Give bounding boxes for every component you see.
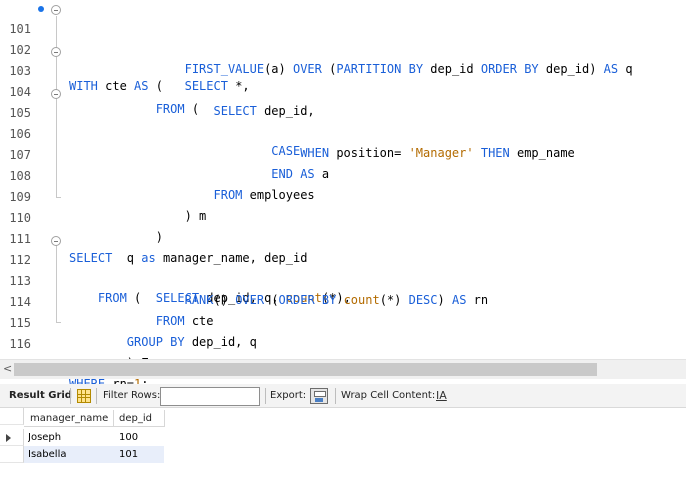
result-toolbar: Result Grid Filter Rows: Export: Wrap Ce… [0,384,686,408]
row-selector[interactable] [0,446,24,463]
code-line-103[interactable]: 103 FROM ( [0,42,686,116]
code-line-115[interactable]: 115 GROUP BY dep_id, q [0,294,686,349]
code-line-105[interactable]: 105 CASE [0,84,686,158]
fold-toggle-icon[interactable] [51,89,61,99]
table-cell[interactable]: 100 [119,429,164,446]
code-line-101[interactable]: 101 WITH cte AS ( SELECT *, [0,0,686,93]
wrap-cell-content-label: Wrap Cell Content: [341,390,436,401]
code-line-102[interactable]: 102 FIRST_VALUE(a) OVER (PARTITION BY de… [0,21,686,76]
code-line-108[interactable]: 108 FROM employees [0,147,686,202]
column-header-manager-name[interactable]: manager_name [24,410,114,427]
scroll-left-arrow-icon[interactable]: < [3,362,12,375]
code-line-104[interactable]: 104 SELECT dep_id, [0,63,686,118]
column-header-dep-id[interactable]: dep_id [114,410,165,427]
code-line-116[interactable]: 116 ) Z [0,315,686,370]
code-line-110[interactable]: 110 ) [0,189,686,244]
code-line-109[interactable]: 109 ) m [0,168,686,223]
toolbar-separator [96,388,97,404]
editor-horizontal-scrollbar[interactable]: < [0,359,686,379]
code-line-106[interactable]: 106 WHEN position= 'Manager' THEN emp_na… [0,105,686,160]
fold-toggle-icon[interactable] [51,236,61,246]
scrollbar-thumb[interactable] [14,363,597,376]
row-selector[interactable] [0,429,24,446]
result-grid-tab[interactable]: Result Grid [9,384,72,408]
filter-rows-label: Filter Rows: [103,390,161,401]
result-grid[interactable]: manager_name dep_id Joseph 100 Isabella … [0,408,686,486]
code-line-111[interactable]: 111 SELECT q as manager_name, dep_id [0,210,686,265]
sql-editor[interactable]: 101 WITH cte AS ( SELECT *, 102 FIRST_VA… [0,0,686,391]
fold-toggle-icon[interactable] [51,5,61,15]
current-row-arrow-icon [6,434,11,442]
table-cell[interactable]: Isabella [24,446,114,463]
wrap-cell-content-icon[interactable]: IA [436,388,447,404]
code-line-112[interactable]: 112 FROM ( SELECT dep_id, q, count(*), [0,231,686,305]
table-cell[interactable]: Joseph [28,429,114,446]
grid-icon[interactable] [77,389,91,403]
current-statement-dot-icon [38,6,44,12]
code-line-107[interactable]: 107 END AS a [0,126,686,181]
toolbar-separator [335,388,336,404]
row-header-corner [0,408,24,425]
fold-toggle-icon[interactable] [51,47,61,57]
filter-rows-input[interactable] [160,387,260,406]
toolbar-separator [70,388,71,404]
toolbar-separator [265,388,266,404]
code-line-117[interactable]: 117 WHERE rn=1; [0,336,686,391]
export-icon[interactable] [310,388,328,404]
code-line-114[interactable]: 114 FROM cte [0,273,686,328]
code-line-113[interactable]: 113 RANK() OVER (ORDER BY count(*) DESC)… [0,252,686,307]
table-cell[interactable]: 101 [114,446,164,463]
export-label: Export: [270,390,307,401]
